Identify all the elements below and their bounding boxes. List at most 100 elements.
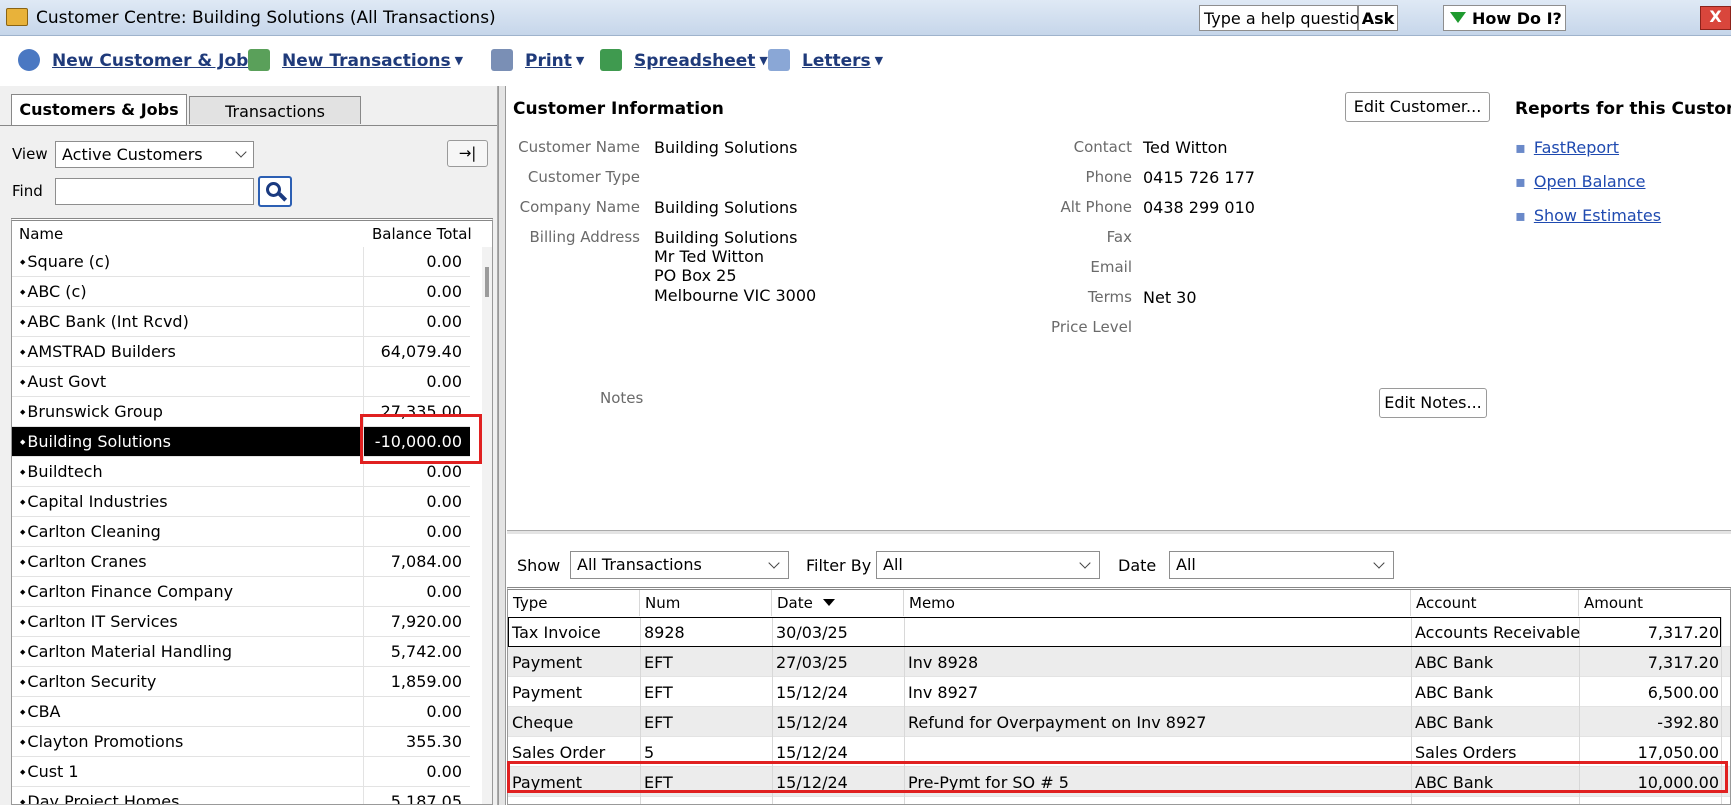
customer-list-row[interactable]: Cust 1 0.00: [12, 757, 470, 787]
customer-name: Buildtech: [20, 462, 102, 481]
spreadsheet-button[interactable]: Spreadsheet ▼: [600, 49, 768, 75]
transaction-row[interactable]: Tax Invoice892730/12/23Accounts Receivab…: [508, 797, 1730, 804]
print-label: Print: [525, 51, 572, 71]
column-header-num[interactable]: Num: [640, 590, 772, 616]
column-header-date[interactable]: Date: [772, 590, 904, 616]
letters-button[interactable]: Letters ▼: [768, 49, 883, 75]
customer-list-row[interactable]: Carlton Security 1,859.00: [12, 667, 470, 697]
transaction-amount: -392.80: [1657, 713, 1719, 732]
customer-list-row[interactable]: ABC (c) 0.00: [12, 277, 470, 307]
column-header-account[interactable]: Account: [1411, 590, 1579, 616]
transaction-num: EFT: [644, 713, 673, 732]
new-transactions-button[interactable]: New Transactions ▼: [248, 49, 463, 75]
expand-pane-button[interactable]: →|: [447, 140, 488, 167]
column-separator: [640, 797, 641, 804]
show-label: Show: [517, 556, 561, 575]
date-select[interactable]: All: [1169, 551, 1394, 579]
customer-list-row[interactable]: Clayton Promotions 355.30: [12, 727, 470, 757]
customer-name: Building Solutions: [20, 432, 171, 451]
column-separator: [904, 677, 905, 707]
scrollbar-thumb[interactable]: [485, 267, 489, 297]
customer-list-row[interactable]: CBA 0.00: [12, 697, 470, 727]
transaction-row[interactable]: Cheque EFT 15/12/24 Refund for Overpayment …: [508, 707, 1730, 737]
customer-list-row[interactable]: ABC Bank (Int Rcvd) 0.00: [12, 307, 470, 337]
fastreport-link[interactable]: FastReport: [1515, 138, 1619, 157]
customer-balance: 7,084.00: [390, 552, 462, 571]
transaction-amount: 17,050.00: [1637, 743, 1719, 762]
transaction-row[interactable]: Payment EFT 27/03/25 Inv 8928 ABC Bank 7,317.…: [508, 647, 1730, 677]
new-customer-job-label: New Customer & Job: [52, 51, 249, 71]
column-separator: [363, 727, 364, 757]
transaction-memo: Inv 8927: [908, 683, 979, 702]
column-separator: [363, 307, 364, 337]
caret-down-icon: ▼: [759, 54, 768, 67]
filter-by-select[interactable]: All: [876, 551, 1100, 579]
find-input[interactable]: [55, 178, 254, 205]
new-customer-job-button[interactable]: New Customer & Job▼: [18, 49, 261, 75]
customer-balance: 0.00: [426, 492, 462, 511]
column-header-balance[interactable]: Balance Total: [372, 221, 472, 245]
section-splitter[interactable]: [507, 530, 1731, 534]
tab-customers-jobs[interactable]: Customers & Jobs: [11, 94, 187, 126]
customer-list-row[interactable]: Square (c) 0.00: [12, 247, 470, 277]
search-button[interactable]: [258, 176, 292, 207]
column-separator: [363, 787, 364, 804]
caret-down-icon: ▼: [874, 54, 884, 67]
customer-balance: 0.00: [426, 372, 462, 391]
notes-label: Notes: [600, 389, 644, 407]
customer-list-row[interactable]: Carlton Cranes 7,084.00: [12, 547, 470, 577]
email-label: Email: [1090, 258, 1132, 276]
help-search-input[interactable]: Type a help question: [1199, 5, 1370, 31]
window-title: Customer Centre: Building Solutions (All…: [36, 8, 496, 28]
column-header-type[interactable]: Type: [508, 590, 640, 616]
customer-list-row[interactable]: Carlton Material Handling 5,742.00: [12, 637, 470, 667]
pane-splitter[interactable]: [498, 86, 506, 805]
column-header-name[interactable]: Name: [19, 221, 63, 245]
transaction-account: ABC Bank: [1415, 653, 1494, 672]
show-estimates-link[interactable]: Show Estimates: [1515, 206, 1661, 225]
ask-button[interactable]: Ask: [1358, 5, 1398, 31]
document-pen-icon: [248, 49, 270, 71]
how-do-i-button[interactable]: How Do I?: [1443, 5, 1566, 31]
transaction-account: Sales Orders: [1415, 743, 1517, 762]
customer-list-row[interactable]: Carlton Finance Company 0.00: [12, 577, 470, 607]
phone-value: 0415 726 177: [1143, 168, 1255, 187]
company-name-value: Building Solutions: [654, 198, 798, 217]
chevron-down-icon: [768, 557, 780, 569]
selected-row-outline: [508, 617, 1721, 647]
print-button[interactable]: Print ▼: [491, 49, 584, 75]
customer-list-row[interactable]: Day Project Homes 5,187.05: [12, 787, 470, 804]
show-select[interactable]: All Transactions: [570, 551, 789, 579]
transaction-row[interactable]: Payment EFT 15/12/24 Inv 8927 ABC Bank 6,500.…: [508, 677, 1730, 707]
alt-phone-value: 0438 299 010: [1143, 198, 1255, 217]
transaction-type: Sales Order: [512, 743, 606, 762]
column-header-memo[interactable]: Memo: [904, 590, 1411, 616]
spreadsheet-icon: [600, 49, 622, 71]
column-separator: [363, 637, 364, 667]
open-balance-link[interactable]: Open Balance: [1515, 172, 1646, 191]
customer-name: Aust Govt: [20, 372, 106, 391]
tab-transactions[interactable]: Transactions: [189, 96, 361, 124]
customer-list-row[interactable]: AMSTRAD Builders 64,079.40: [12, 337, 470, 367]
customer-name: Carlton Cranes: [20, 552, 146, 571]
list-scrollbar[interactable]: [482, 247, 492, 804]
customer-list-row[interactable]: Carlton IT Services 7,920.00: [12, 607, 470, 637]
column-header-amount[interactable]: Amount: [1579, 590, 1730, 616]
transaction-num: 5: [644, 743, 655, 762]
view-select[interactable]: Active Customers: [55, 141, 254, 168]
column-separator: [772, 677, 773, 707]
customer-list-row[interactable]: Aust Govt 0.00: [12, 367, 470, 397]
transaction-date: 15/12/24: [776, 713, 848, 732]
customer-list-row[interactable]: Capital Industries 0.00: [12, 487, 470, 517]
letter-icon: [768, 49, 790, 71]
filter-by-label: Filter By: [806, 556, 872, 575]
close-button[interactable]: X: [1700, 6, 1731, 30]
edit-notes-button[interactable]: Edit Notes...: [1379, 388, 1487, 418]
customer-list-row[interactable]: Carlton Cleaning 0.00: [12, 517, 470, 547]
find-label: Find: [12, 182, 43, 200]
transaction-memo: Inv 8928: [908, 653, 979, 672]
edit-customer-button[interactable]: Edit Customer...: [1345, 92, 1490, 122]
customer-balance: 0.00: [426, 702, 462, 721]
column-separator: [363, 247, 364, 277]
column-separator: [1721, 617, 1722, 647]
